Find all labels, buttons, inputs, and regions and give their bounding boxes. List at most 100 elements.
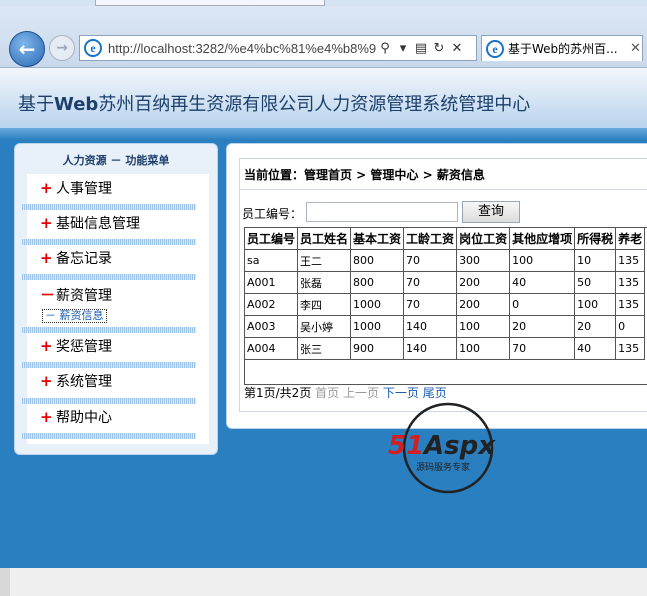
table-cell: 135 xyxy=(615,337,646,360)
ie-icon: e xyxy=(84,39,102,57)
table-cell: 100 xyxy=(509,249,576,272)
table-cell: A002 xyxy=(245,293,299,316)
ie-icon: e xyxy=(486,39,504,58)
expand-icon: + xyxy=(40,179,53,197)
watermark-brand-51: 51 xyxy=(388,431,424,461)
table-cell: 135 xyxy=(615,249,646,272)
table-cell: 40 xyxy=(509,271,576,294)
expand-icon: + xyxy=(40,372,53,390)
menu-separator xyxy=(22,398,196,404)
table-cell: 300 xyxy=(456,249,511,272)
menu-separator xyxy=(22,433,196,439)
table-cell: 20 xyxy=(574,315,617,338)
table-cell: 李四 xyxy=(297,293,352,316)
address-bar[interactable]: e http://localhost:3282/%e4%bc%81%e4%b8%… xyxy=(79,35,477,61)
prev-page-link[interactable]: 上一页 xyxy=(343,386,379,400)
collapse-icon: － xyxy=(40,286,56,304)
table-cell: 200 xyxy=(456,293,511,316)
sidebar-item-memo[interactable]: + 备忘记录 xyxy=(40,248,112,268)
sidebar-subitem-salary-info[interactable]: － 薪资信息 xyxy=(42,309,107,323)
breadcrumb-divider xyxy=(240,189,647,190)
salary-table-container: 员工编号 员工姓名 基本工资 工龄工资 岗位工资 其他应增项 所得税 养老 sa… xyxy=(244,227,647,385)
close-icon[interactable]: ✕ xyxy=(630,41,641,56)
back-button[interactable]: ← xyxy=(9,31,45,67)
table-cell: 100 xyxy=(574,293,617,316)
watermark-tagline: 源码服务专家 xyxy=(416,461,470,473)
sidebar-item-basic-info[interactable]: + 基础信息管理 xyxy=(40,213,140,233)
table-cell: 王二 xyxy=(297,249,352,272)
url-text[interactable]: http://localhost:3282/%e4%bc%81%e4%b8%9 xyxy=(108,41,376,56)
sidebar-item-personnel[interactable]: + 人事管理 xyxy=(40,178,112,198)
page-info: 第1页/共2页 xyxy=(244,386,312,400)
table-cell: 40 xyxy=(574,337,617,360)
table-cell: 0 xyxy=(509,293,576,316)
column-header: 员工编号 xyxy=(245,228,299,250)
next-page-link[interactable]: 下一页 xyxy=(383,386,419,400)
compat-icon[interactable]: ▤ xyxy=(412,41,430,56)
table-cell: 135 xyxy=(615,271,646,294)
header-divider xyxy=(0,128,647,140)
table-cell: 1000 xyxy=(350,315,405,338)
search-icon[interactable]: ⚲ xyxy=(376,41,394,56)
table-row: A003 吴小婷 1000 140 100 20 20 0 xyxy=(245,315,646,338)
content-box: 当前位置：管理首页 > 管理中心 > 薪资信息 员工编号： 查询 员工编号 员工… xyxy=(239,158,647,412)
table-cell: 50 xyxy=(574,271,617,294)
table-cell: A001 xyxy=(245,271,299,294)
table-header-row: 员工编号 员工姓名 基本工资 工龄工资 岗位工资 其他应增项 所得税 养老 xyxy=(245,228,646,250)
column-header: 其他应增项 xyxy=(509,228,576,250)
search-button[interactable]: 查询 xyxy=(462,201,520,223)
stop-icon[interactable]: ✕ xyxy=(448,41,466,56)
table-cell: 200 xyxy=(456,271,511,294)
table-cell: 70 xyxy=(403,271,458,294)
dropdown-icon[interactable]: ▾ xyxy=(394,41,412,56)
column-header: 员工姓名 xyxy=(297,228,352,250)
table-cell: 张三 xyxy=(297,337,352,360)
expand-icon: + xyxy=(40,337,53,355)
watermark-logo-graphic: 51 Aspx 源码服务专家 xyxy=(388,402,496,494)
sidebar-item-help[interactable]: + 帮助中心 xyxy=(40,407,112,427)
site-title: 基于Web苏州百纳再生资源有限公司人力资源管理系统管理中心 xyxy=(18,94,531,115)
sidebar-item-label: 基础信息管理 xyxy=(56,216,140,232)
table-cell: 20 xyxy=(509,315,576,338)
table-cell: 900 xyxy=(350,337,405,360)
table-cell: 135 xyxy=(615,293,646,316)
column-header: 工龄工资 xyxy=(403,228,458,250)
menu-separator xyxy=(22,362,196,368)
column-header: 所得税 xyxy=(574,228,617,250)
sidebar-heading: 人力资源 － 功能菜单 xyxy=(62,154,170,167)
first-page-link[interactable]: 首页 xyxy=(315,386,339,400)
pager: 第1页/共2页 首页 上一页 下一页 尾页 xyxy=(244,384,447,401)
expand-icon: + xyxy=(40,408,53,426)
table-cell: 1000 xyxy=(350,293,405,316)
table-cell: 0 xyxy=(615,315,646,338)
back-icon: ← xyxy=(18,37,36,61)
table-cell: A004 xyxy=(245,337,299,360)
table-cell: 140 xyxy=(403,315,458,338)
menu-separator xyxy=(22,239,196,245)
refresh-icon[interactable]: ↻ xyxy=(430,41,448,56)
sidebar-item-system[interactable]: + 系统管理 xyxy=(40,371,112,391)
forward-button[interactable]: → xyxy=(49,35,75,61)
table-cell: 100 xyxy=(456,315,511,338)
column-header: 养老 xyxy=(615,228,646,250)
main-panel: 当前位置：管理首页 > 管理中心 > 薪资信息 员工编号： 查询 员工编号 员工… xyxy=(226,143,647,429)
table-row: sa 王二 800 70 300 100 10 135 xyxy=(245,249,646,272)
tab-title: 基于Web的苏州百... xyxy=(508,42,618,56)
menu-separator xyxy=(22,327,196,333)
table-row: A004 张三 900 140 100 70 40 135 xyxy=(245,337,646,360)
sidebar-item-salary[interactable]: －薪资管理 xyxy=(40,284,112,305)
status-bar xyxy=(0,568,647,596)
sidebar-item-label: 奖惩管理 xyxy=(56,339,112,355)
table-cell: 吴小婷 xyxy=(297,315,352,338)
table-cell: 张磊 xyxy=(297,271,352,294)
sidebar-item-rewards[interactable]: + 奖惩管理 xyxy=(40,336,112,356)
salary-table: 员工编号 员工姓名 基本工资 工龄工资 岗位工资 其他应增项 所得税 养老 sa… xyxy=(245,228,646,360)
watermark-logo: 51 Aspx 源码服务专家 xyxy=(384,402,514,496)
table-cell: 800 xyxy=(350,249,405,272)
last-page-link[interactable]: 尾页 xyxy=(423,386,447,400)
employee-id-input[interactable] xyxy=(306,202,458,222)
column-header: 基本工资 xyxy=(350,228,405,250)
table-cell: 10 xyxy=(574,249,617,272)
browser-tab[interactable]: e 基于Web的苏州百... ✕ xyxy=(481,35,643,61)
table-row: A001 张磊 800 70 200 40 50 135 xyxy=(245,271,646,294)
